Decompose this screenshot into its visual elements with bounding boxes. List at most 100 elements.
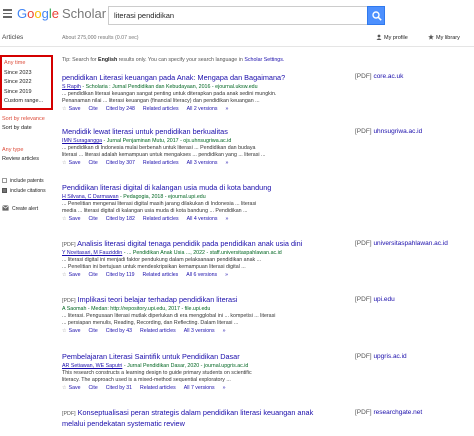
- more-button[interactable]: »: [225, 106, 228, 112]
- related-articles-link[interactable]: Related articles: [143, 216, 179, 222]
- pdf-link[interactable]: [PDF] universitaspahlawan.ac.id: [355, 240, 448, 247]
- more-button[interactable]: »: [225, 272, 228, 278]
- result-authors: H Silvana, C Darmawan - Pedagogia, 2018 …: [62, 194, 206, 200]
- search-result: Pendidikan literasi digital di kalangan …: [62, 183, 354, 223]
- result-title-continued[interactable]: melalui pendekatan systematic review: [62, 419, 354, 428]
- filter-any-time[interactable]: Any time: [4, 59, 50, 69]
- result-actions: ☆ Save Cite Cited by 182 Related articles All…: [62, 215, 354, 223]
- versions-link[interactable]: All 2 versions: [187, 106, 218, 112]
- result-authors: A Saomah - Medan: http://repository.upi.…: [62, 306, 211, 312]
- include-patents-checkbox[interactable]: include patents: [2, 178, 44, 184]
- result-title[interactable]: Mendidik lewat literasi untuk pendidikan…: [62, 127, 354, 138]
- sort-by-relevance[interactable]: Sort by relevance: [2, 116, 45, 122]
- result-title[interactable]: pendidikan Literasi keuangan pada Anak: …: [62, 73, 354, 84]
- versions-link[interactable]: All 3 versions: [187, 160, 218, 166]
- result-snippet: ... pendidikan literasi keuangan sangat …: [62, 91, 277, 104]
- result-actions: ☆ Save Cite Cited by 248 Related articles All…: [62, 105, 354, 113]
- versions-link[interactable]: All 3 versions: [184, 328, 215, 334]
- cited-by-link[interactable]: Cited by 119: [106, 272, 135, 278]
- related-articles-link[interactable]: Related articles: [143, 160, 179, 166]
- pdf-link[interactable]: [PDF] upi.edu: [355, 296, 395, 303]
- type-review-articles[interactable]: Review articles: [2, 156, 39, 162]
- versions-link[interactable]: All 7 versions: [184, 385, 215, 391]
- results-count: About 275,000 results (0.07 sec): [62, 35, 139, 41]
- save-button[interactable]: Save: [69, 160, 81, 166]
- cite-button[interactable]: Cite: [88, 328, 97, 334]
- cite-button[interactable]: Cite: [88, 216, 97, 222]
- result-actions: ☆ Save Cite Cited by 119 Related articles All…: [62, 271, 354, 279]
- result-authors: Y Novitasari, M Fauziddin - ... Pendidik…: [62, 250, 282, 256]
- related-articles-link[interactable]: Related articles: [140, 385, 176, 391]
- checkbox-checked-icon: [2, 188, 7, 193]
- versions-link[interactable]: All 4 versions: [187, 216, 218, 222]
- result-title[interactable]: Pembelajaran Literasi Saintifik untuk Pe…: [62, 352, 354, 363]
- my-profile-link[interactable]: My profile: [376, 34, 408, 41]
- section-label: Articles: [2, 34, 24, 41]
- result-title[interactable]: [PDF] Konseptualisasi peran strategis da…: [62, 408, 354, 419]
- cited-by-link[interactable]: Cited by 31: [106, 385, 132, 391]
- save-button[interactable]: Save: [69, 328, 81, 334]
- scholar-settings-link[interactable]: Scholar Settings.: [244, 57, 284, 63]
- my-library-link[interactable]: My library: [428, 34, 460, 41]
- save-button[interactable]: Save: [69, 272, 81, 278]
- pdf-link[interactable]: [PDF] upgris.ac.id: [355, 353, 407, 360]
- filter-since-2019[interactable]: Since 2019: [4, 88, 50, 98]
- sort-by-date[interactable]: Sort by date: [2, 125, 32, 131]
- search-result: [PDF] Konseptualisasi peran strategis da…: [62, 408, 354, 428]
- cited-by-link[interactable]: Cited by 307: [106, 160, 135, 166]
- more-button[interactable]: »: [225, 160, 228, 166]
- result-actions: ☆ Save Cite Cited by 43 Related articles All …: [62, 327, 354, 335]
- star-icon[interactable]: ☆: [62, 106, 67, 112]
- result-actions: ☆ Save Cite Cited by 31 Related articles All …: [62, 384, 354, 392]
- cite-button[interactable]: Cite: [88, 106, 97, 112]
- result-snippet: This research constructs a learning desi…: [62, 370, 252, 383]
- create-alert-link[interactable]: Create alert: [2, 205, 38, 212]
- include-citations-checkbox[interactable]: include citations: [2, 188, 46, 194]
- search-input[interactable]: literasi pendidikan: [108, 6, 367, 25]
- related-articles-link[interactable]: Related articles: [140, 328, 176, 334]
- time-filter-group: Any time Since 2023 Since 2022 Since 201…: [0, 55, 53, 110]
- more-button[interactable]: »: [225, 216, 228, 222]
- more-button[interactable]: »: [223, 328, 226, 334]
- filter-since-2022[interactable]: Since 2022: [4, 78, 50, 88]
- star-icon[interactable]: ☆: [62, 160, 67, 166]
- save-button[interactable]: Save: [69, 385, 81, 391]
- result-snippet: ... pendidikan di Indonesia mulai berben…: [62, 145, 266, 158]
- star-icon[interactable]: ☆: [62, 385, 67, 391]
- menu-icon[interactable]: [3, 9, 12, 18]
- cite-button[interactable]: Cite: [88, 160, 97, 166]
- search-result: Mendidik lewat literasi untuk pendidikan…: [62, 127, 354, 167]
- result-snippet: ... Penelitian mengenai literasi digital…: [62, 201, 257, 214]
- search-button[interactable]: [367, 6, 385, 25]
- star-icon[interactable]: ☆: [62, 328, 67, 334]
- google-scholar-logo[interactable]: Google Scholar: [17, 6, 106, 21]
- cited-by-link[interactable]: Cited by 43: [106, 328, 132, 334]
- filter-since-2023[interactable]: Since 2023: [4, 69, 50, 79]
- cited-by-link[interactable]: Cited by 182: [106, 216, 135, 222]
- cite-button[interactable]: Cite: [88, 272, 97, 278]
- cited-by-link[interactable]: Cited by 248: [106, 106, 135, 112]
- result-title[interactable]: [PDF] Implikasi teori belajar terhadap p…: [62, 295, 354, 306]
- cite-button[interactable]: Cite: [88, 385, 97, 391]
- more-button[interactable]: »: [223, 385, 226, 391]
- save-button[interactable]: Save: [69, 106, 81, 112]
- result-title[interactable]: Pendidikan literasi digital di kalangan …: [62, 183, 354, 194]
- search-result: pendidikan Literasi keuangan pada Anak: …: [62, 73, 354, 113]
- filter-custom-range[interactable]: Custom range...: [4, 97, 50, 107]
- type-any[interactable]: Any type: [2, 147, 23, 153]
- pdf-link[interactable]: [PDF] researchgate.net: [355, 409, 422, 416]
- star-icon[interactable]: ☆: [62, 272, 67, 278]
- pdf-link[interactable]: [PDF] uhnsugriwa.ac.id: [355, 128, 422, 135]
- related-articles-link[interactable]: Related articles: [143, 106, 179, 112]
- related-articles-link[interactable]: Related articles: [142, 272, 178, 278]
- result-authors: S Rapih - Scholaria : Jurnal Pendidikan …: [62, 84, 258, 90]
- star-icon[interactable]: ☆: [62, 216, 67, 222]
- checkbox-icon: [2, 178, 7, 183]
- result-title[interactable]: [PDF] Analisis literasi digital tenaga p…: [62, 239, 354, 250]
- search-result: [PDF] Implikasi teori belajar terhadap p…: [62, 295, 354, 335]
- versions-link[interactable]: All 6 versions: [186, 272, 217, 278]
- star-icon: [428, 34, 434, 40]
- result-snippet: ... literasi digital ini menjadi faktor …: [62, 257, 262, 270]
- save-button[interactable]: Save: [69, 216, 81, 222]
- pdf-link[interactable]: [PDF] core.ac.uk: [355, 73, 403, 80]
